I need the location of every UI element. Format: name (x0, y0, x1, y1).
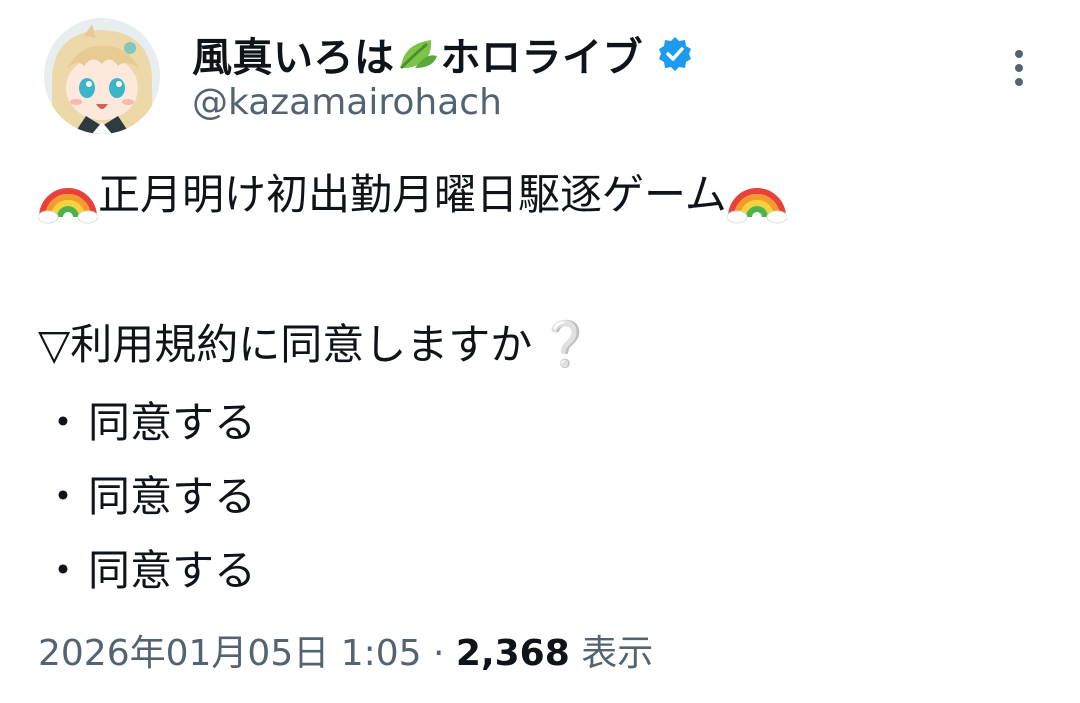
bullet-icon: ・ (41, 398, 84, 447)
tweet-time[interactable]: 1:05 (341, 633, 422, 674)
bullet-icon: ・ (41, 546, 84, 595)
display-name-suffix: ホロライブ (440, 35, 643, 81)
tweet-question-line: ▽利用規約に同意しますか ❔ (38, 320, 1048, 370)
rainbow-icon (37, 165, 99, 225)
avatar[interactable] (44, 18, 160, 134)
rainbow-icon (726, 165, 788, 225)
option-text: 同意する (88, 472, 257, 521)
user-handle[interactable]: @kazamairohach (192, 82, 502, 123)
leaf-icon (397, 34, 439, 74)
tweet-question: ▽利用規約に同意しますか (38, 320, 533, 369)
view-count: 2,368 (455, 633, 570, 674)
display-name[interactable]: 風真いろは ホロライブ (192, 24, 693, 84)
meta-separator: · (433, 633, 445, 674)
option-text: 同意する (88, 546, 257, 595)
tweet-date[interactable]: 2026年01月05日 (38, 633, 329, 674)
list-item: ・ 同意する (38, 398, 1048, 448)
bullet-icon: ・ (41, 472, 84, 521)
tweet-meta: 2026年01月05日 1:05 · 2,368 表示 (38, 624, 653, 676)
verified-badge-icon (657, 36, 693, 72)
view-count-label: 表示 (581, 633, 654, 674)
list-item: ・ 同意する (38, 472, 1048, 522)
more-options-icon[interactable] (1004, 46, 1034, 90)
tweet-text: 正月明け初出勤月曜日駆逐ゲーム ▽利用規約に同意しますか ❔ ・ 同意する ・ … (37, 170, 1048, 620)
option-text: 同意する (88, 398, 257, 447)
tweet-title-line: 正月明け初出勤月曜日駆逐ゲーム (37, 170, 1048, 224)
question-mark-icon: ❔ (538, 319, 594, 370)
tweet-title: 正月明け初出勤月曜日駆逐ゲーム (98, 170, 727, 219)
list-item: ・ 同意する (38, 546, 1048, 596)
display-name-text: 風真いろは (192, 35, 395, 81)
